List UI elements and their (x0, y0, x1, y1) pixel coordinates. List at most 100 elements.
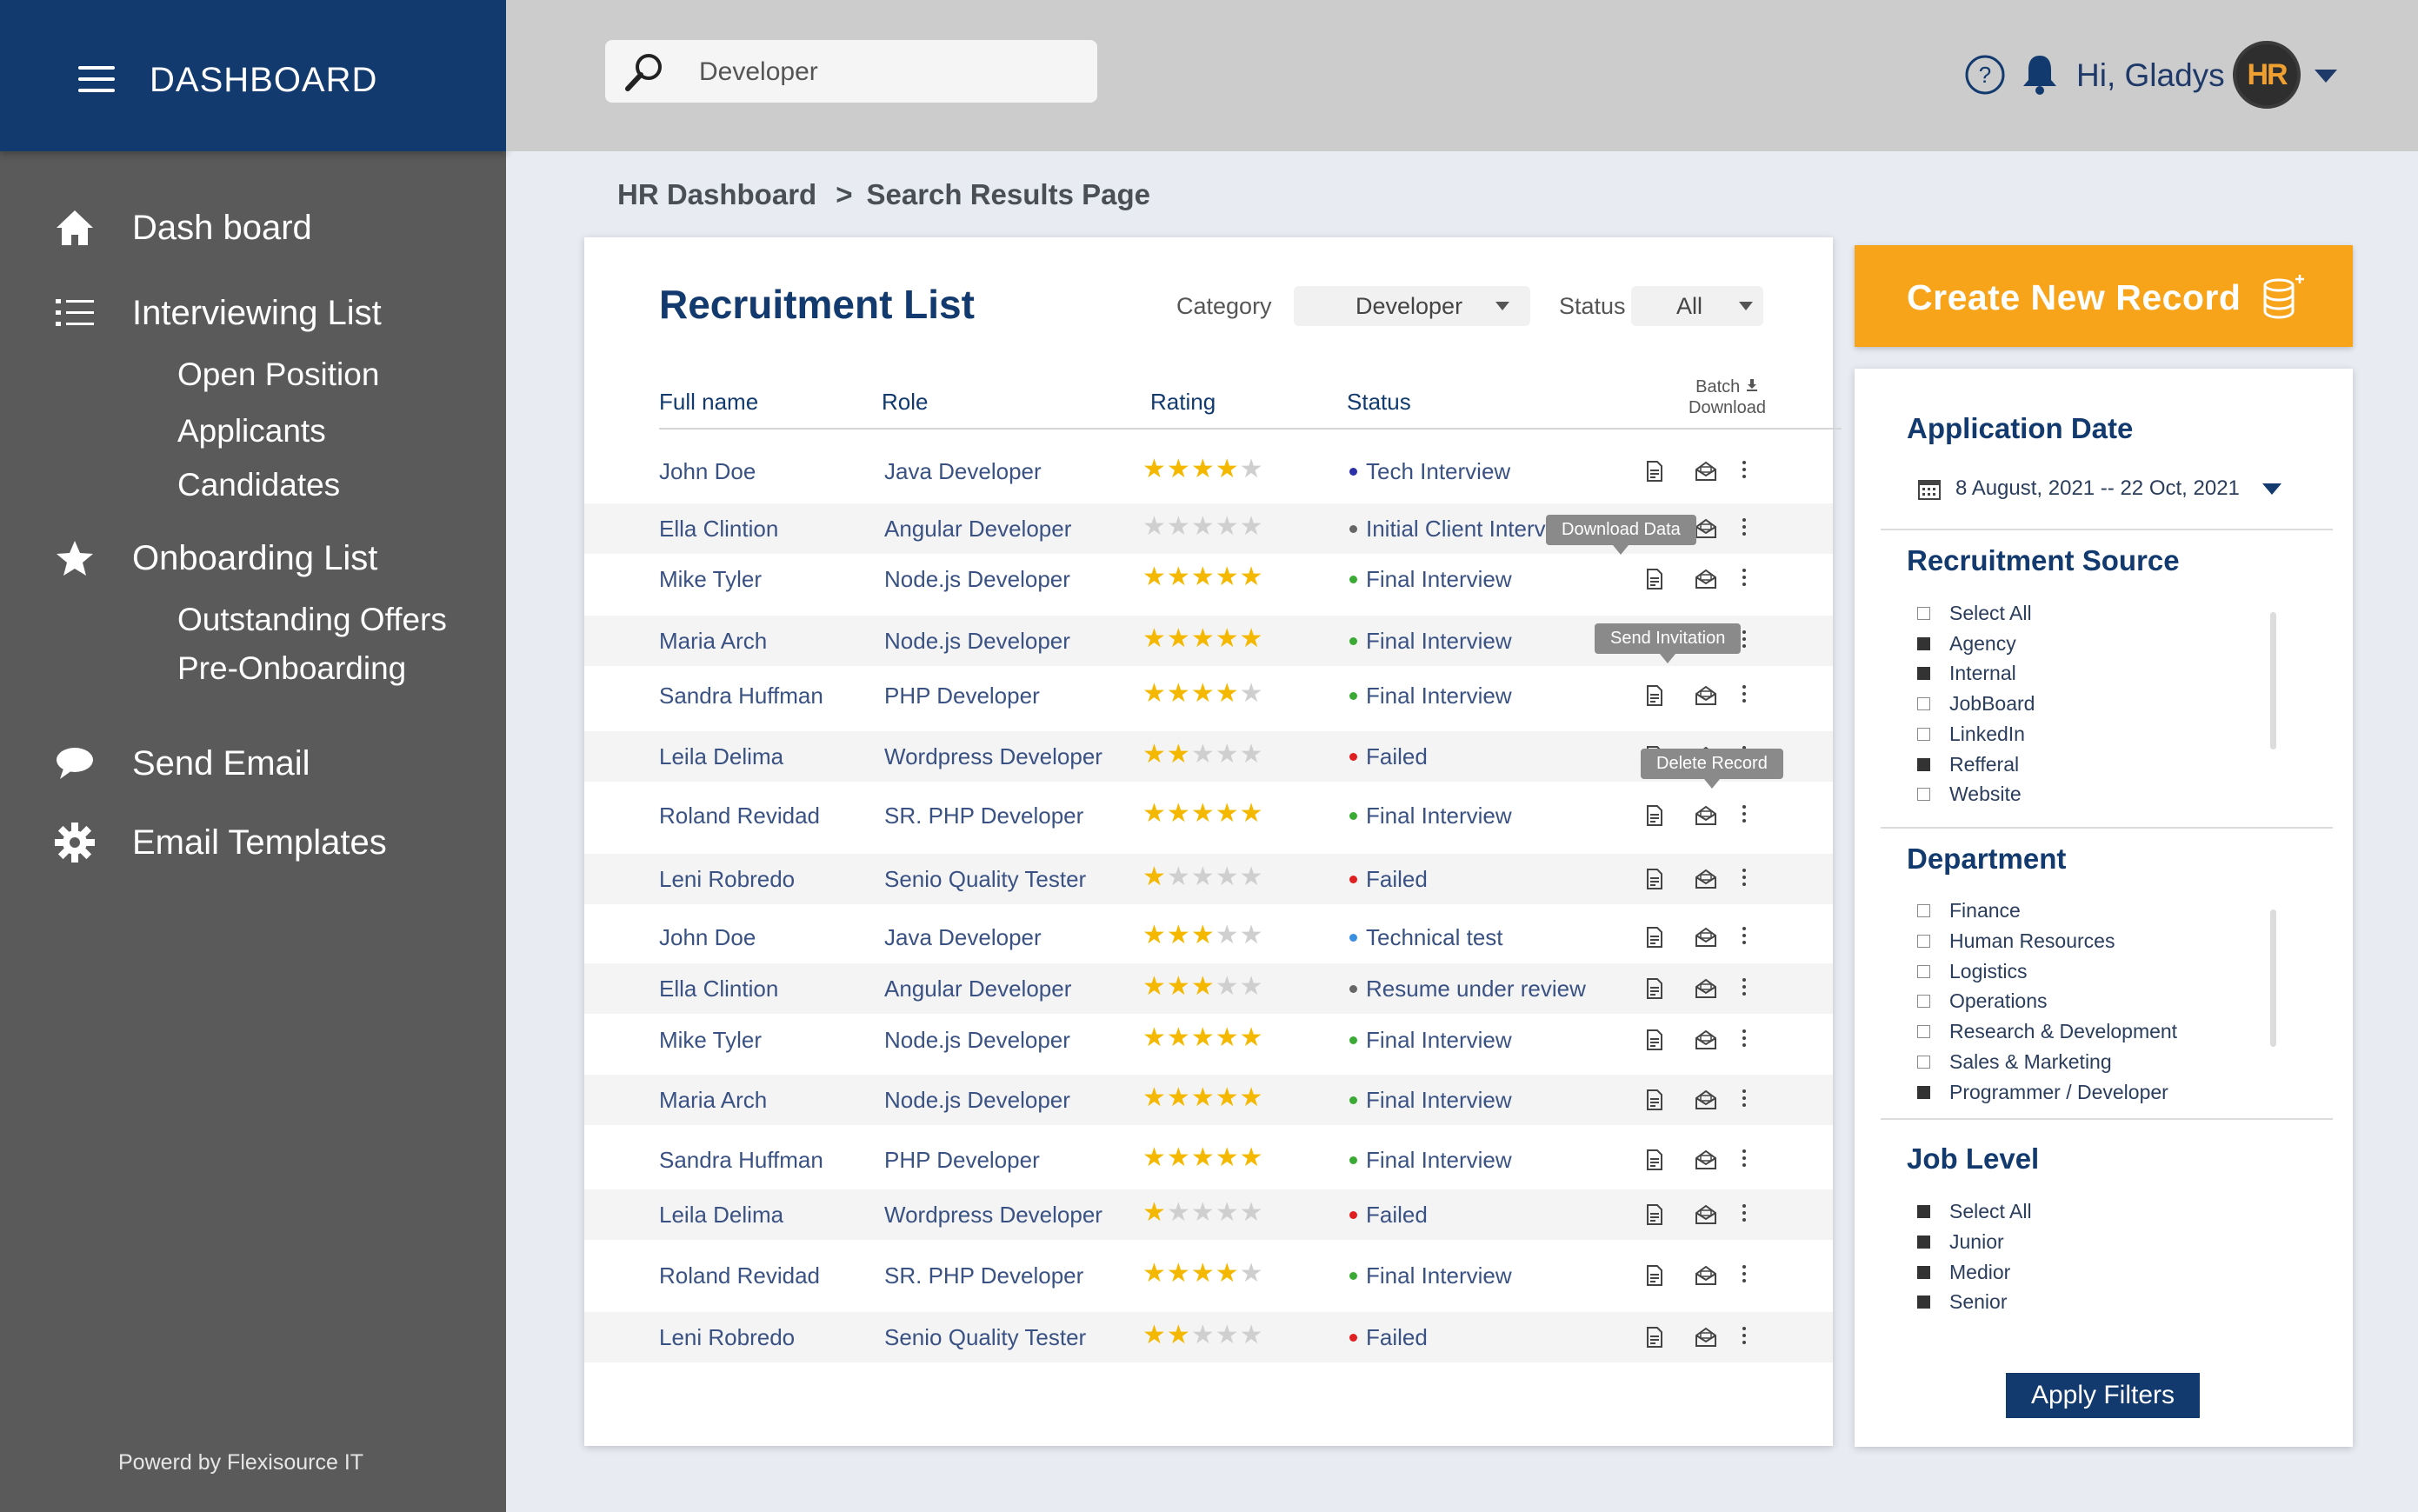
job-level-option[interactable]: Select All (1917, 1200, 2032, 1223)
department-option[interactable]: Operations (1917, 989, 2048, 1013)
column-header-role[interactable]: Role (882, 389, 928, 416)
department-option[interactable]: Logistics (1917, 960, 2027, 983)
table-row[interactable]: Leila Delima Wordpress Developer ★★★★★ Fail… (584, 1189, 1833, 1240)
checkbox[interactable] (1917, 697, 1930, 711)
sidebar-item-interviewing-list[interactable]: Interviewing List (52, 290, 382, 336)
checkbox[interactable] (1917, 964, 1930, 978)
table-row[interactable]: Mike Tyler Node.js Developer ★★★★★ Final In… (584, 554, 1833, 604)
checkbox[interactable] (1917, 1025, 1930, 1039)
rating-star[interactable]: ★ (1142, 1083, 1167, 1112)
rating-star[interactable]: ★ (1167, 624, 1191, 653)
more-options-icon[interactable] (1741, 867, 1748, 888)
document-download-icon[interactable] (1645, 869, 1664, 889)
more-options-icon[interactable] (1741, 1202, 1748, 1223)
rating-star[interactable]: ★ (1216, 455, 1240, 483)
more-options-icon[interactable] (1741, 629, 1748, 649)
rating-star[interactable]: ★ (1216, 921, 1240, 949)
envelope-open-icon[interactable] (1695, 518, 1717, 539)
document-download-icon[interactable] (1645, 1029, 1664, 1050)
more-options-icon[interactable] (1741, 459, 1748, 480)
checkbox[interactable] (1917, 1265, 1930, 1279)
department-scrollbar[interactable] (2270, 909, 2276, 1047)
rating-star[interactable]: ★ (1142, 1143, 1167, 1172)
recruitment-source-option[interactable]: Internal (1917, 662, 2016, 685)
category-select[interactable]: Developer (1294, 286, 1530, 326)
rating-star[interactable]: ★ (1142, 1023, 1167, 1052)
department-option[interactable]: Sales & Marketing (1917, 1050, 2112, 1074)
document-download-icon[interactable] (1645, 461, 1664, 482)
sidebar-item-send-email[interactable]: Send Email (52, 741, 310, 786)
rating-stars[interactable]: ★★★★★ (1142, 739, 1264, 769)
table-row[interactable]: Maria Arch Node.js Developer ★★★★★ Final In… (584, 1075, 1833, 1125)
rating-star[interactable]: ★ (1216, 1259, 1240, 1288)
rating-star[interactable]: ★ (1142, 679, 1167, 708)
rating-star[interactable]: ★ (1191, 1198, 1216, 1227)
job-level-option[interactable]: Junior (1917, 1230, 2004, 1254)
document-download-icon[interactable] (1645, 1327, 1664, 1348)
rating-star[interactable]: ★ (1167, 1023, 1191, 1052)
table-row[interactable]: Leni Robredo Senio Quality Tester ★★★★★ Fai… (584, 854, 1833, 904)
rating-star[interactable]: ★ (1167, 563, 1191, 591)
more-options-icon[interactable] (1741, 1028, 1748, 1049)
rating-star[interactable]: ★ (1142, 863, 1167, 891)
hamburger-menu-icon[interactable] (78, 66, 115, 92)
rating-star[interactable]: ★ (1167, 799, 1191, 828)
rating-star[interactable]: ★ (1216, 1143, 1240, 1172)
rating-stars[interactable]: ★★★★★ (1142, 562, 1264, 592)
more-options-icon[interactable] (1741, 925, 1748, 946)
rating-stars[interactable]: ★★★★★ (1142, 920, 1264, 950)
rating-stars[interactable]: ★★★★★ (1142, 1197, 1264, 1228)
column-header-name[interactable]: Full name (659, 389, 758, 416)
rating-star[interactable]: ★ (1216, 972, 1240, 1001)
rating-star[interactable]: ★ (1167, 1259, 1191, 1288)
sidebar-item-dashboard[interactable]: Dash board (52, 205, 312, 250)
department-option[interactable]: Human Resources (1917, 929, 2115, 953)
rating-stars[interactable]: ★★★★★ (1142, 1082, 1264, 1113)
rating-star[interactable]: ★ (1216, 863, 1240, 891)
rating-star[interactable]: ★ (1240, 679, 1264, 708)
checkbox[interactable] (1917, 995, 1930, 1009)
table-row[interactable]: Ella Clintion Angular Developer ★★★★★ Resum… (584, 963, 1833, 1014)
more-options-icon[interactable] (1741, 803, 1748, 824)
rating-star[interactable]: ★ (1240, 863, 1264, 891)
rating-star[interactable]: ★ (1167, 512, 1191, 541)
envelope-open-icon[interactable] (1695, 927, 1717, 948)
department-option[interactable]: Programmer / Developer (1917, 1081, 2168, 1104)
more-options-icon[interactable] (1741, 976, 1748, 997)
envelope-open-icon[interactable] (1695, 685, 1717, 706)
apply-filters-button[interactable]: Apply Filters (2006, 1373, 2200, 1418)
rating-stars[interactable]: ★★★★★ (1142, 971, 1264, 1002)
rating-star[interactable]: ★ (1216, 740, 1240, 769)
checkbox[interactable] (1917, 636, 1930, 650)
checkbox[interactable] (1917, 788, 1930, 802)
document-download-icon[interactable] (1645, 1089, 1664, 1110)
checkbox[interactable] (1917, 757, 1930, 771)
batch-download-button[interactable]: Batch Download (1689, 376, 1766, 418)
job-level-option[interactable]: Senior (1917, 1290, 2007, 1314)
recruitment-source-option[interactable]: LinkedIn (1917, 723, 2025, 746)
rating-star[interactable]: ★ (1191, 1023, 1216, 1052)
recruitment-source-option[interactable]: Website (1917, 783, 2022, 806)
table-row[interactable]: Sandra Huffman PHP Developer ★★★★★ Final In… (584, 670, 1833, 721)
rating-star[interactable]: ★ (1167, 921, 1191, 949)
checkbox[interactable] (1917, 727, 1930, 741)
rating-star[interactable]: ★ (1167, 740, 1191, 769)
rating-star[interactable]: ★ (1167, 863, 1191, 891)
rating-star[interactable]: ★ (1142, 972, 1167, 1001)
rating-star[interactable]: ★ (1167, 1143, 1191, 1172)
more-options-icon[interactable] (1741, 1263, 1748, 1284)
rating-star[interactable]: ★ (1142, 1321, 1167, 1349)
rating-star[interactable]: ★ (1240, 740, 1264, 769)
rating-star[interactable]: ★ (1142, 624, 1167, 653)
envelope-open-icon[interactable] (1695, 805, 1717, 826)
chevron-down-icon[interactable] (2315, 70, 2337, 83)
rating-star[interactable]: ★ (1191, 1143, 1216, 1172)
envelope-open-icon[interactable] (1695, 978, 1717, 999)
table-row[interactable]: Mike Tyler Node.js Developer ★★★★★ Final In… (584, 1015, 1833, 1065)
rating-star[interactable]: ★ (1142, 1198, 1167, 1227)
rating-star[interactable]: ★ (1191, 863, 1216, 891)
checkbox[interactable] (1917, 1296, 1930, 1309)
rating-stars[interactable]: ★★★★★ (1142, 1142, 1264, 1173)
rating-star[interactable]: ★ (1167, 1083, 1191, 1112)
sidebar-subitem-pre-onboarding[interactable]: Pre-Onboarding (177, 650, 406, 687)
